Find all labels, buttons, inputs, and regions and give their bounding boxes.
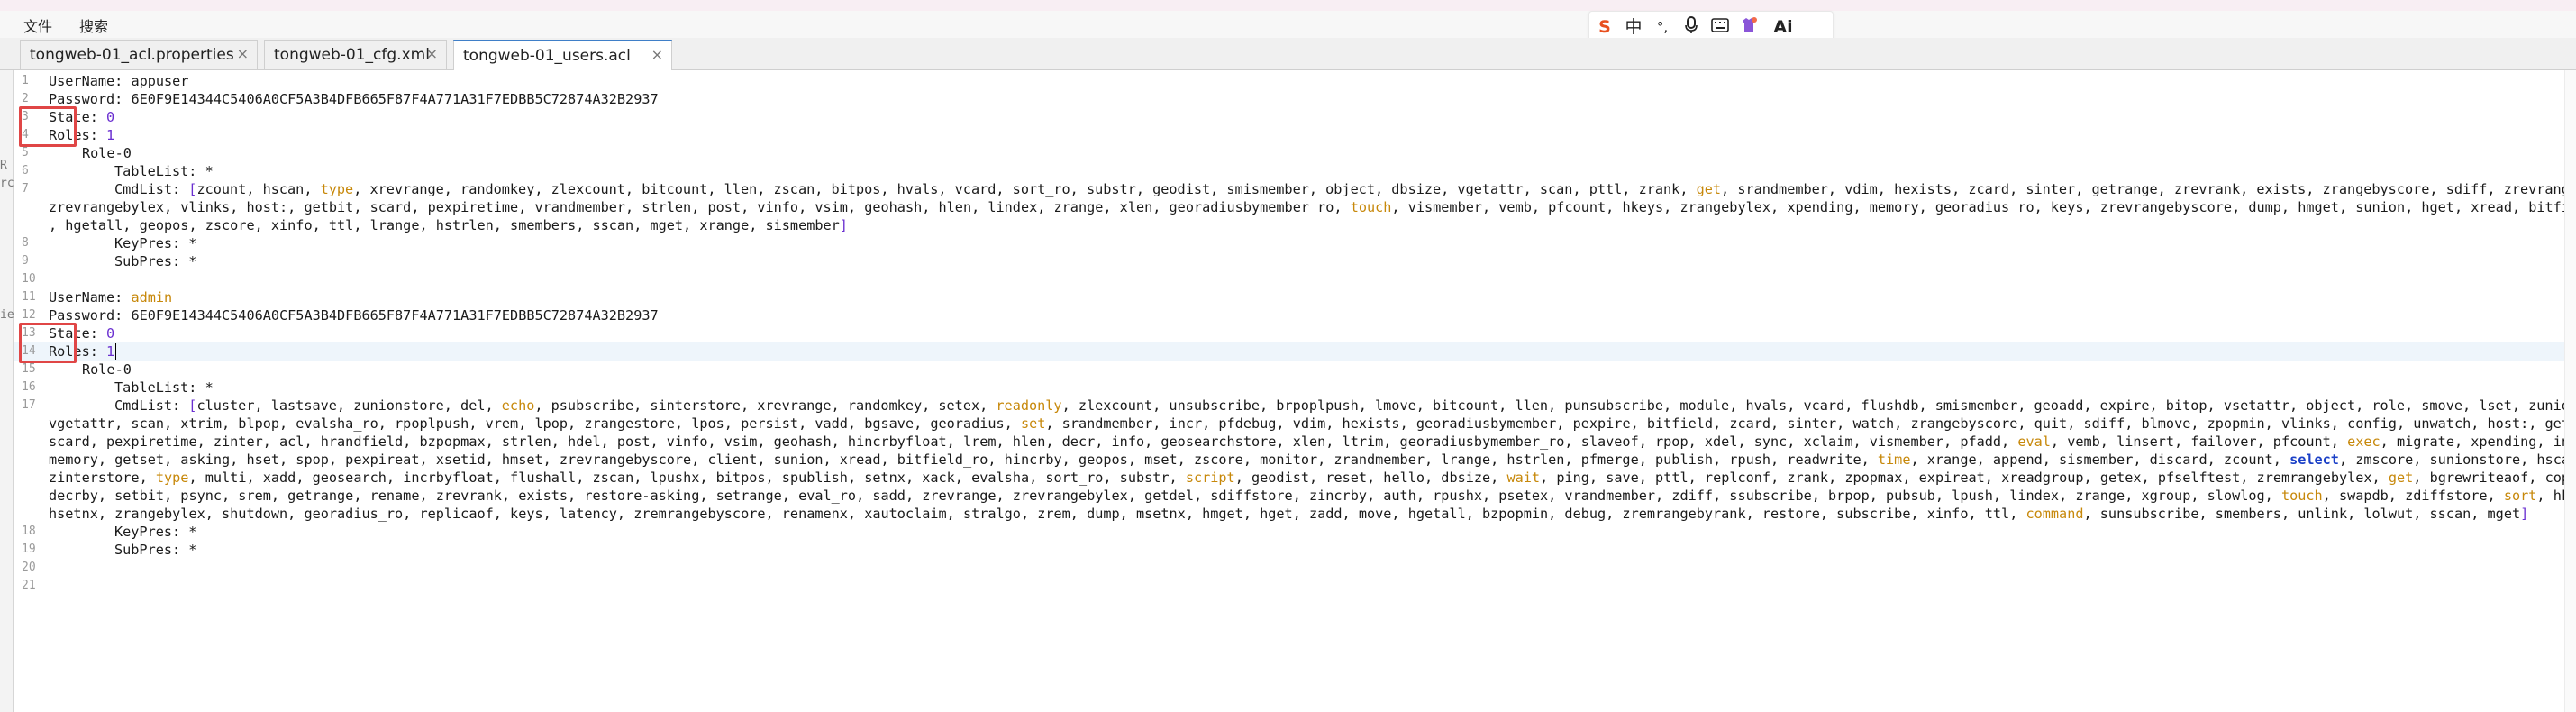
- ime-mode-toggle[interactable]: 中: [1622, 16, 1645, 38]
- tab-label: tongweb-01_users.acl: [463, 47, 631, 65]
- text-cursor: [115, 343, 117, 360]
- current-line-highlight: [14, 342, 2576, 361]
- line-number: 5: [22, 146, 29, 160]
- line-number: 7: [22, 182, 29, 196]
- menu-file[interactable]: 文件: [23, 14, 52, 36]
- cmdlist-wrap-line: memory, getset, asking, hset, spop, pexp…: [49, 452, 2576, 468]
- key-text: Password:: [49, 307, 132, 324]
- tab-label: tongweb-01_cfg.xml: [274, 46, 430, 64]
- code-line-username: UserName: appuser: [49, 72, 188, 90]
- roles-value: 1: [106, 343, 115, 360]
- sogou-logo-icon[interactable]: S: [1593, 16, 1616, 38]
- code-line-keypres: KeyPres: *: [114, 524, 197, 540]
- code-line-password: Password: 6E0F9E14344C5406A0CF5A3B4DFB66…: [49, 90, 659, 108]
- window-top-strip: [0, 0, 2576, 11]
- line-number: 11: [22, 290, 36, 304]
- tab-bar: tongweb-01_acl.properties × tongweb-01_c…: [0, 38, 2576, 70]
- line-number: 2: [22, 92, 29, 105]
- state-value: 0: [106, 109, 115, 125]
- line-number: 16: [22, 380, 36, 394]
- code-line-username: UserName: admin: [49, 288, 172, 306]
- code-line-role-header: Role-0: [82, 145, 132, 161]
- skin-icon[interactable]: [1737, 16, 1761, 38]
- annotation-box-user1-state-roles: [19, 106, 77, 147]
- roles-value: 1: [106, 127, 115, 143]
- line-number: 12: [22, 308, 36, 322]
- code-line-tablelist: TableList: *: [114, 379, 214, 396]
- line-number: 8: [22, 236, 29, 250]
- ai-assistant-button[interactable]: Ai: [1768, 16, 1798, 38]
- mic-icon[interactable]: [1679, 16, 1703, 38]
- tab-label: tongweb-01_acl.properties: [30, 46, 234, 64]
- password-value: 6E0F9E14344C5406A0CF5A3B4DFB665F87F4A771…: [131, 91, 659, 107]
- line-number: 10: [22, 272, 36, 286]
- username-value: appuser: [131, 73, 189, 89]
- keyboard-icon[interactable]: [1708, 16, 1732, 38]
- annotation-box-user2-state-roles: [19, 323, 77, 363]
- code-line-role-header: Role-0: [82, 361, 132, 378]
- line-number: 19: [22, 543, 36, 556]
- code-line-keypres: KeyPres: *: [114, 235, 197, 251]
- username-value: admin: [131, 289, 173, 306]
- tab-cfg-xml[interactable]: tongweb-01_cfg.xml ×: [264, 40, 447, 69]
- code-line-tablelist: TableList: *: [114, 163, 214, 179]
- cmdlist-text: [zcount, hscan, type, xrevrange, randomk…: [188, 181, 2576, 197]
- cmdlist-wrap-line: zinterstore, type, multi, xadd, geosearc…: [49, 470, 2576, 486]
- cmdlist-text: [cluster, lastsave, zunionstore, del, ec…: [188, 397, 2576, 414]
- key-text: CmdList:: [114, 397, 189, 414]
- line-number: 18: [22, 525, 36, 538]
- cmdlist-wrap-line: zrevrangebylex, vlinks, host:, getbit, s…: [49, 199, 2576, 215]
- code-line-cmdlist: CmdList: [zcount, hscan, type, xrevrange…: [114, 180, 2576, 198]
- menu-bar: 文件 搜索: [0, 11, 2576, 39]
- menu-search[interactable]: 搜索: [79, 14, 108, 36]
- cmdlist-wrap-line: decrby, setbit, psync, srem, getrange, r…: [49, 488, 2576, 504]
- line-number: 21: [22, 579, 36, 592]
- key-text: CmdList:: [114, 181, 189, 197]
- panel-fragment: R: [0, 159, 7, 172]
- line-number: 15: [22, 362, 36, 376]
- password-value: 6E0F9E14344C5406A0CF5A3B4DFB665F87F4A771…: [131, 307, 659, 324]
- panel-fragment: ie: [0, 308, 14, 322]
- tab-acl-properties[interactable]: tongweb-01_acl.properties ×: [20, 40, 258, 69]
- tab-users-acl[interactable]: tongweb-01_users.acl ×: [453, 40, 672, 70]
- left-side-panel[interactable]: R rc ie: [0, 70, 14, 712]
- code-line-subpres: SubPres: *: [114, 253, 197, 269]
- close-icon[interactable]: ×: [237, 45, 249, 62]
- ime-punctuation-toggle[interactable]: °,: [1651, 16, 1674, 38]
- cmdlist-wrap-line: vgetattr, scan, xtrim, blpop, evalsha_ro…: [49, 415, 2576, 432]
- line-number: 20: [22, 561, 36, 574]
- line-number: 1: [22, 74, 29, 87]
- code-line-subpres: SubPres: *: [114, 542, 197, 558]
- close-icon[interactable]: ×: [426, 45, 438, 62]
- state-value: 0: [106, 325, 115, 342]
- panel-fragment: rc: [0, 177, 14, 190]
- cmdlist-wrap-line: hsetnx, zrangebylex, shutdown, georadius…: [49, 506, 2529, 522]
- text-editor[interactable]: 1 2 3 4 5 6 7 8 9 10 11 12 13 14 15 16 1…: [14, 70, 2576, 712]
- line-number: 17: [22, 398, 36, 412]
- key-text: UserName:: [49, 73, 132, 89]
- key-text: Password:: [49, 91, 132, 107]
- code-line-cmdlist: CmdList: [cluster, lastsave, zunionstore…: [114, 397, 2576, 415]
- cmdlist-wrap-line: , hgetall, geopos, zscore, xinfo, ttl, l…: [49, 217, 848, 233]
- vertical-scrollbar[interactable]: [2564, 70, 2576, 712]
- cmdlist-wrap-line: scard, pexpiretime, zinter, acl, hrandfi…: [49, 434, 2576, 450]
- key-text: UserName:: [49, 289, 132, 306]
- close-icon[interactable]: ×: [651, 46, 663, 63]
- line-number: 6: [22, 164, 29, 178]
- code-line-password: Password: 6E0F9E14344C5406A0CF5A3B4DFB66…: [49, 306, 659, 324]
- line-number: 9: [22, 254, 29, 268]
